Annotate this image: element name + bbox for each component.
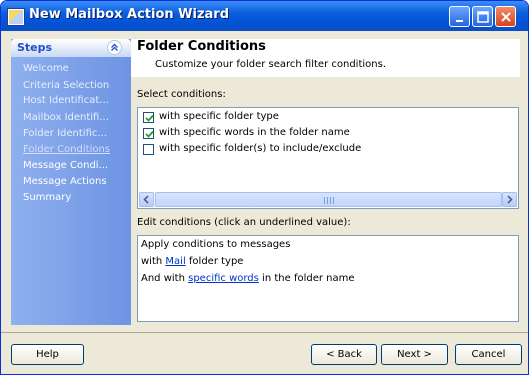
checkmark-icon <box>145 130 154 138</box>
scroll-left-button[interactable] <box>139 192 154 207</box>
description-line: Apply conditions to messages <box>141 239 290 250</box>
window-title: New Mailbox Action Wizard <box>29 7 230 22</box>
description-text: folder type <box>185 256 244 267</box>
step-host-identification[interactable]: Host Identificat... <box>23 95 109 106</box>
select-conditions-label: Select conditions: <box>137 89 226 100</box>
minimize-icon <box>456 20 463 22</box>
minimize-button[interactable] <box>449 6 470 27</box>
horizontal-scrollbar[interactable] <box>139 192 517 207</box>
scroll-thumb[interactable] <box>155 192 502 207</box>
step-mailbox-identification[interactable]: Mailbox Identifi... <box>23 112 109 123</box>
step-summary: Summary <box>23 192 72 203</box>
arrow-right-icon <box>507 195 513 204</box>
step-message-conditions: Message Condi... <box>23 160 109 171</box>
steps-title: Steps <box>17 41 53 54</box>
next-button[interactable]: Next > <box>381 344 448 365</box>
grip-icon <box>324 197 334 204</box>
steps-panel: Steps Welcome Criteria Selection Host Id… <box>11 39 131 325</box>
step-criteria-selection[interactable]: Criteria Selection <box>23 80 109 91</box>
description-text: in the folder name <box>258 273 355 284</box>
app-icon <box>7 8 25 26</box>
collapse-button[interactable] <box>107 40 122 55</box>
edit-conditions-label: Edit conditions (click an underlined val… <box>137 217 351 228</box>
arrow-left-icon <box>143 195 149 204</box>
help-button[interactable]: Help <box>11 344 84 365</box>
condition-folder-type-checkbox[interactable] <box>143 112 154 123</box>
conditions-list: with specific folder type with specific … <box>137 107 519 209</box>
wizard-window: New Mailbox Action Wizard Steps Welcome … <box>0 0 529 375</box>
description-line: with Mail folder type <box>141 256 243 267</box>
page-title: Folder Conditions <box>137 39 266 54</box>
scroll-right-button[interactable] <box>502 192 517 207</box>
description-line: And with specific words in the folder na… <box>141 273 355 284</box>
description-text: Apply conditions to messages <box>141 239 291 250</box>
footer-divider <box>1 332 528 333</box>
folder-type-link[interactable]: Mail <box>165 256 185 267</box>
close-icon <box>501 12 511 22</box>
main-content: Folder Conditions Customize your folder … <box>131 39 520 325</box>
condition-label: with specific folder(s) to include/exclu… <box>159 143 362 154</box>
description-text: with <box>141 256 166 267</box>
conditions-description: Apply conditions to messages with Mail f… <box>137 235 519 322</box>
step-folder-identification[interactable]: Folder Identific... <box>23 128 107 139</box>
page-header: Folder Conditions Customize your folder … <box>131 39 520 77</box>
condition-label: with specific folder type <box>159 111 279 122</box>
back-button[interactable]: < Back <box>311 344 377 365</box>
step-folder-conditions[interactable]: Folder Conditions <box>23 144 110 155</box>
checkmark-icon <box>145 114 154 122</box>
specific-words-link[interactable]: specific words <box>188 273 259 284</box>
steps-header: Steps <box>11 39 131 57</box>
condition-include-exclude-checkbox[interactable] <box>143 144 154 155</box>
page-subtitle: Customize your folder search filter cond… <box>155 59 387 70</box>
step-welcome[interactable]: Welcome <box>23 63 69 74</box>
steps-list: Welcome Criteria Selection Host Identifi… <box>11 57 131 325</box>
condition-folder-words-checkbox[interactable] <box>143 128 154 139</box>
chevron-up-icon <box>111 43 118 51</box>
step-message-actions: Message Actions <box>23 176 107 187</box>
title-bar[interactable]: New Mailbox Action Wizard <box>1 1 528 31</box>
cancel-button[interactable]: Cancel <box>455 344 522 365</box>
description-text: And with <box>141 273 189 284</box>
close-button[interactable] <box>495 6 516 27</box>
condition-label: with specific words in the folder name <box>159 127 350 138</box>
maximize-button[interactable] <box>472 6 493 27</box>
maximize-icon <box>477 11 489 23</box>
